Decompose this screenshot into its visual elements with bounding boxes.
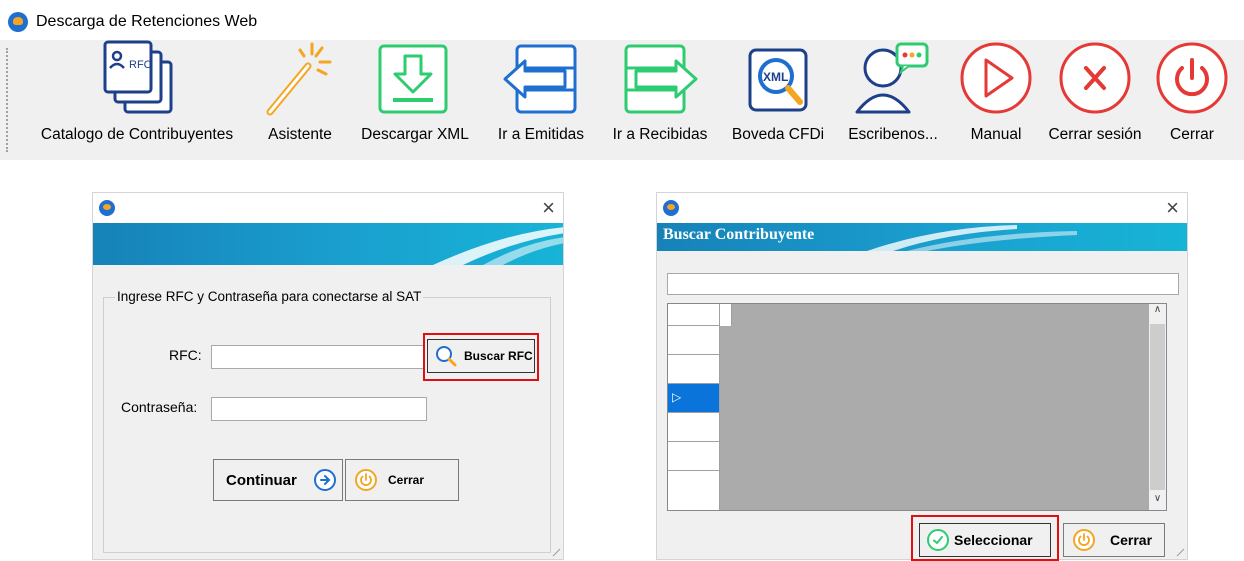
escribenos-button[interactable]: Escribenos... [838,40,948,160]
row-pointer-icon: ▷ [672,390,682,404]
row-header-column: ▷ [668,304,720,510]
power-icon [1073,529,1095,551]
login-group-title: Ingrese RFC y Contraseña para conectarse… [115,289,424,304]
asistente-button[interactable]: Asistente [258,40,342,160]
descargar-xml-button[interactable]: Descargar XML [350,40,480,160]
cerrar-button[interactable]: Cerrar [1152,40,1232,160]
toolbar-label: Ir a Emitidas [497,126,585,143]
ir-a-emitidas-button[interactable]: Ir a Emitidas [486,40,596,160]
toolbar-grip[interactable] [6,48,8,152]
row-header[interactable] [668,442,719,471]
boveda-cfdi-button[interactable]: XML Boveda CFDi [724,40,832,160]
toolbar-label: Asistente [268,126,332,143]
logout-x-icon [1059,42,1131,114]
rfc-input[interactable] [211,345,425,369]
search-dialog: × Buscar Contribuyente ▷ ∧ ∨ Seleccionar… [656,192,1188,561]
toolbar-label: Cerrar [1170,126,1214,143]
login-cerrar-button[interactable]: Cerrar [345,459,459,501]
search-cerrar-button[interactable]: Cerrar [1063,523,1165,557]
search-dialog-titlebar: × [657,193,1187,223]
search-dialog-title: Buscar Contribuyente [663,226,815,243]
toolbar: RFC Catalogo de Contribuyentes Asistente [0,40,1244,160]
password-input[interactable] [211,397,427,421]
magic-wand-icon [266,42,332,116]
scrollbar-thumb[interactable] [1150,324,1165,490]
cerrar-sesion-button[interactable]: Cerrar sesión [1040,40,1150,160]
catalogo-contribuyentes-button[interactable]: RFC Catalogo de Contribuyentes [28,40,246,160]
check-circle-icon [927,529,949,551]
close-icon[interactable]: × [1166,195,1179,221]
chat-person-icon [855,42,929,114]
toolbar-label: Descargar XML [361,126,469,143]
seleccionar-label: Seleccionar [954,532,1033,548]
download-icon [378,44,448,114]
svg-text:RFC: RFC [129,59,152,71]
resize-grip-icon[interactable] [551,547,561,557]
vertical-scrollbar[interactable]: ∧ ∨ [1149,304,1166,510]
app-logo-icon [663,200,679,216]
toolbar-label: Ir a Recibidas [612,126,708,143]
power-icon [355,469,377,491]
continuar-button[interactable]: Continuar [213,459,343,501]
row-header-selected[interactable]: ▷ [668,384,719,413]
toolbar-label: Manual [970,126,1022,143]
row-header[interactable] [668,413,719,442]
buscar-rfc-button[interactable]: Buscar RFC [427,339,535,373]
arrow-right-icon [624,44,698,114]
app-title: Descarga de Retenciones Web [36,13,258,30]
search-icon [436,346,457,367]
toolbar-label: Escribenos... [848,126,938,143]
search-input[interactable] [667,273,1179,295]
login-banner [93,223,563,265]
results-grid: ▷ ∧ ∨ [667,303,1167,511]
rfc-label: RFC: [169,347,202,363]
toolbar-label: Boveda CFDi [731,126,825,143]
row-header[interactable] [668,326,719,355]
resize-grip-icon[interactable] [1175,547,1185,557]
power-icon [1156,42,1228,114]
app-title-bar: Descarga de Retenciones Web [8,8,257,36]
arrow-left-icon [503,44,577,114]
toolbar-label: Cerrar sesión [1048,126,1142,143]
login-dialog-titlebar: × [93,193,563,223]
search-banner: Buscar Contribuyente [657,223,1187,251]
manual-button[interactable]: Manual [954,40,1038,160]
continuar-label: Continuar [226,471,297,489]
column-header[interactable] [720,304,732,326]
scroll-down-icon[interactable]: ∨ [1149,493,1166,510]
ir-a-recibidas-button[interactable]: Ir a Recibidas [602,40,718,160]
login-dialog: × Ingrese RFC y Contraseña para conectar… [92,192,564,560]
scroll-up-icon[interactable]: ∧ [1149,304,1166,321]
seleccionar-button[interactable]: Seleccionar [919,523,1051,557]
app-logo-icon [8,12,28,32]
xml-search-icon: XML [748,48,808,112]
play-icon [960,42,1032,114]
cerrar-label: Cerrar [388,473,425,487]
buscar-rfc-label: Buscar RFC [464,349,533,363]
row-header[interactable] [668,304,719,326]
banner-swoosh-icon [433,227,563,265]
row-header[interactable] [668,355,719,384]
arrow-circle-icon [313,469,336,491]
app-logo-icon [99,200,115,216]
rfc-documents-icon: RFC [103,40,173,114]
cerrar-label: Cerrar [1110,532,1153,548]
password-label: Contraseña: [121,399,198,415]
close-icon[interactable]: × [542,195,555,221]
toolbar-label: Catalogo de Contribuyentes [40,126,234,143]
svg-text:XML: XML [763,70,788,84]
